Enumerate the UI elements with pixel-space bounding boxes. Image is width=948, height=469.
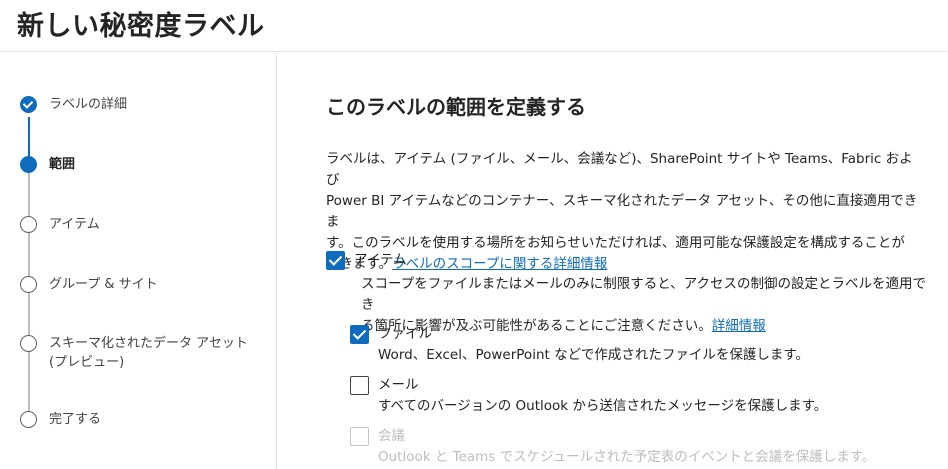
email-checkbox-label: メール (378, 377, 419, 393)
step-label: アイテム (49, 217, 100, 232)
description-line: す。このラベルを使用する場所をお知らせいただければ、適用可能な保護設定を構成する… (326, 235, 905, 251)
step-label-secondary: (プレビュー) (49, 355, 125, 370)
items-learn-more-link[interactable]: 詳細情報 (712, 318, 766, 334)
step-label: 範囲 (49, 157, 76, 172)
wizard-stepper: ラベルの詳細 範囲 アイテム グループ & サイト スキーマ化されたデータ アセ… (0, 53, 277, 469)
step-pending-circle-icon (20, 216, 37, 233)
step-label: グループ & サイト (49, 277, 158, 292)
meetings-checkbox (350, 427, 369, 446)
files-checkbox-label: ファイル (378, 326, 432, 342)
step-label: スキーマ化されたデータ アセット (49, 336, 248, 351)
meetings-checkbox-label: 会議 (378, 428, 405, 444)
step-current-dot-icon (20, 156, 37, 173)
section-title: このラベルの範囲を定義する (326, 95, 586, 119)
files-checkbox[interactable] (350, 325, 369, 344)
step-connector-done (28, 117, 30, 159)
step-connector (28, 233, 30, 279)
items-checkbox[interactable] (326, 251, 345, 270)
step-connector (28, 293, 30, 335)
step-pending-circle-icon (20, 276, 37, 293)
description-line: ラベルは、アイテム (ファイル、メール、会議など)、SharePoint サイト… (326, 151, 913, 188)
items-description-line: スコープをファイルまたはメールのみに制限すると、アクセスの制御の設定とラベルを適… (361, 276, 926, 313)
meetings-description: Outlook と Teams でスケジュールされた予定表のイベントと会議を保護… (378, 449, 876, 465)
items-description: スコープをファイルまたはメールのみに制限すると、アクセスの制御の設定とラベルを適… (361, 274, 931, 337)
title-bar: 新しい秘密度ラベル (0, 0, 948, 52)
description-line: できます。ラベルのスコープに関する詳細情報 (326, 254, 926, 275)
email-description: すべてのバージョンの Outlook から送信されたメッセージを保護します。 (378, 398, 828, 414)
step-connector (28, 173, 30, 219)
step-label: ラベルの詳細 (49, 97, 128, 112)
page-title: 新しい秘密度ラベル (17, 11, 265, 42)
items-checkbox-label: アイテム (354, 252, 407, 268)
scope-learn-more-link[interactable]: ラベルのスコープに関する詳細情報 (392, 256, 607, 272)
description-line: Power BI アイテムなどのコンテナー、スキーマ化されたデータ アセット、そ… (326, 193, 918, 230)
step-complete-check-icon (20, 96, 37, 113)
files-description: Word、Excel、PowerPoint などで作成されたファイルを保護します… (378, 347, 809, 363)
step-pending-circle-icon (20, 335, 37, 352)
main-content: このラベルの範囲を定義する ラベルは、アイテム (ファイル、メール、会議など)、… (278, 53, 948, 469)
step-label: 完了する (49, 412, 102, 427)
step-pending-circle-icon (20, 411, 37, 428)
scope-description: ラベルは、アイテム (ファイル、メール、会議など)、SharePoint サイト… (326, 149, 926, 275)
step-connector (28, 351, 30, 411)
email-checkbox[interactable] (350, 376, 369, 395)
